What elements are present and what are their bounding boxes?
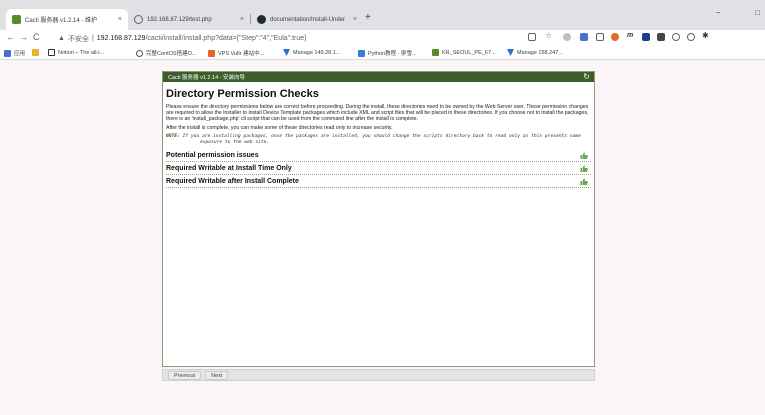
section-title: Required Writable at Install Time Only: [166, 164, 292, 172]
home-icon: [32, 49, 39, 56]
forward-button[interactable]: →: [19, 32, 28, 42]
maximize-button[interactable]: □: [755, 8, 760, 17]
bookmark-star-icon[interactable]: ☆: [545, 31, 553, 40]
installer-panel: Cacti 服务器 v1.2.14 - 安装向导 ↻ Directory Per…: [162, 71, 595, 367]
extension-navy-icon[interactable]: [642, 33, 650, 41]
minimize-button[interactable]: −: [716, 8, 721, 17]
bookmark-label: Python教程 - 廖雪...: [368, 51, 417, 57]
bookmark-label: KR_SEOUL_PE_67...: [442, 49, 496, 56]
bookmark-label: 完整CentOS搭建O...: [146, 51, 197, 57]
previous-button[interactable]: Previous: [168, 371, 202, 380]
bookmark-label: Manage 158.247...: [517, 49, 563, 56]
globe-icon: [136, 49, 143, 57]
panel-header-title: Cacti 服务器 v1.2.14 - 安装向导: [168, 75, 246, 81]
cacti-icon: [432, 49, 439, 56]
extension-gray-icon[interactable]: [563, 33, 571, 41]
python-icon: [358, 49, 365, 57]
vultr-icon: [208, 49, 215, 57]
apps-grid-icon: [4, 49, 11, 57]
thumbs-up-icon: [580, 178, 588, 186]
bookmark-centos[interactable]: 完整CentOS搭建O...: [136, 49, 196, 57]
extension-orange-icon[interactable]: [611, 33, 619, 41]
section-title: Required Writable after Install Complete: [166, 177, 299, 185]
extension-ring-icon[interactable]: [687, 33, 695, 41]
address-bar[interactable]: ▲ 不安全 | 192.168.87.129 /cacti/install/in…: [58, 32, 548, 45]
bookmarks-bar: 应用 Notion – The all-i... 完整CentOS搭建O... …: [0, 46, 765, 60]
bookmark-kr-seoul[interactable]: KR_SEOUL_PE_67...: [432, 49, 496, 56]
notion-icon: [48, 49, 55, 56]
cacti-favicon-icon: [12, 15, 21, 24]
browser-toolbar: ← → C ▲ 不安全 | 192.168.87.129 /cacti/inst…: [0, 30, 765, 46]
extension-m-icon[interactable]: m: [627, 32, 635, 40]
intro-paragraph: Please ensure the directory permissions …: [166, 104, 589, 122]
tab-title: 192.168.87.129/test.php: [147, 16, 212, 23]
section-title: Potential permission issues: [166, 151, 259, 159]
security-paragraph: After the install is complete, you can m…: [166, 125, 393, 131]
extension-circle-icon[interactable]: [672, 33, 680, 41]
panel-content: Directory Permission Checks Please ensur…: [163, 82, 594, 189]
tab-close-icon[interactable]: ×: [353, 16, 357, 23]
next-button[interactable]: Next: [205, 371, 229, 380]
bookmark-manage-158[interactable]: Manage 158.247...: [507, 49, 563, 56]
bookmark-home[interactable]: [32, 49, 42, 56]
tab-close-icon[interactable]: ×: [240, 16, 244, 23]
extension-blue-icon[interactable]: [580, 33, 588, 41]
note-text: If you are installing packages, once the…: [179, 134, 581, 145]
extension-outline-icon[interactable]: [596, 33, 604, 41]
new-tab-button[interactable]: +: [365, 12, 371, 23]
panel-header: Cacti 服务器 v1.2.14 - 安装向导 ↻: [163, 72, 594, 82]
warning-icon: ▲: [58, 35, 65, 42]
vultr-v-icon: [283, 49, 290, 56]
tab-test-php[interactable]: 192.168.87.129/test.php ×: [128, 9, 250, 30]
globe-favicon-icon: [134, 15, 143, 24]
page-title: Directory Permission Checks: [166, 88, 319, 100]
bookmark-label: 应用: [14, 51, 26, 57]
translate-icon[interactable]: [528, 33, 536, 41]
bookmark-apps[interactable]: 应用: [4, 49, 25, 57]
refresh-icon[interactable]: ↻: [583, 72, 590, 82]
tab-title: documentation/Install-Under: [270, 16, 346, 23]
tab-title: Cacti 服务器 v1.2.14 - 维护: [25, 18, 98, 24]
bookmark-manage-149[interactable]: Manage 149.28.1...: [283, 49, 340, 56]
thumbs-up-icon: [580, 152, 588, 160]
bookmark-vultr[interactable]: VPS Vultr 建站中...: [208, 49, 264, 57]
github-favicon-icon: [257, 15, 266, 24]
bookmark-label: Notion – The all-i...: [58, 49, 105, 56]
security-label: 不安全: [67, 35, 89, 43]
installer-footer: Previous Next: [162, 369, 595, 381]
reload-button[interactable]: C: [33, 32, 40, 42]
section-writable-install-time[interactable]: Required Writable at Install Time Only: [166, 162, 591, 176]
bookmark-notion[interactable]: Notion – The all-i...: [48, 49, 104, 56]
note-label: NOTE:: [166, 134, 180, 139]
bookmark-label: VPS Vultr 建站中...: [218, 51, 265, 57]
tab-documentation[interactable]: documentation/Install-Under ×: [251, 9, 363, 30]
note-block: NOTE: If you are installing packages, on…: [166, 134, 591, 145]
bookmark-python[interactable]: Python教程 - 廖雪...: [358, 49, 417, 57]
url-host: 192.168.87.129: [96, 35, 146, 42]
puzzle-icon[interactable]: ✱: [702, 31, 710, 40]
thumbs-up-icon: [580, 165, 588, 173]
browser-tab-strip: Cacti 服务器 v1.2.14 - 维护 × 192.168.87.129/…: [0, 0, 765, 30]
tab-close-icon[interactable]: ×: [118, 16, 122, 23]
extension-dark-icon[interactable]: [657, 33, 665, 41]
tab-cacti-installer[interactable]: Cacti 服务器 v1.2.14 - 维护 ×: [6, 9, 128, 30]
section-potential-permission-issues[interactable]: Potential permission issues: [166, 149, 591, 163]
bookmark-label: Manage 149.28.1...: [293, 49, 341, 56]
section-writable-after-install[interactable]: Required Writable after Install Complete: [166, 175, 591, 189]
back-button[interactable]: ←: [6, 32, 15, 42]
url-path: /cacti/install/install.php?data={"Step":…: [145, 35, 307, 42]
vultr-v-icon: [507, 49, 514, 56]
